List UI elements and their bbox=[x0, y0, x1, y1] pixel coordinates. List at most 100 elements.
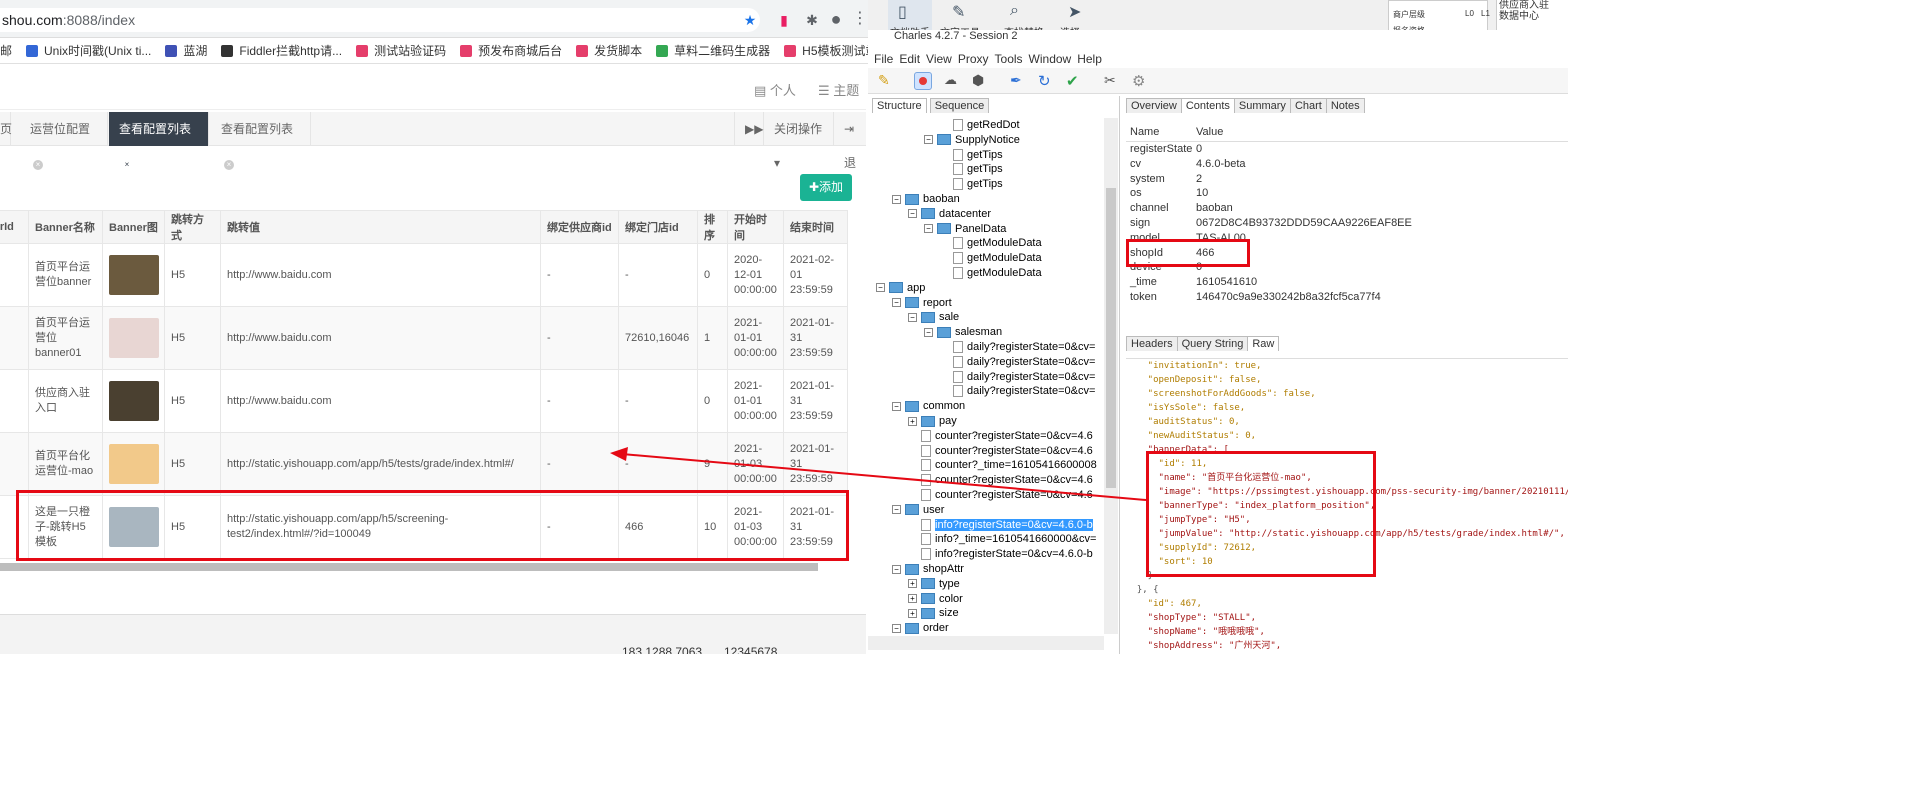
puzzle-icon[interactable]: ✱ bbox=[804, 12, 820, 28]
banner-thumbnail[interactable] bbox=[109, 318, 159, 358]
tree-node[interactable]: − shopAttr bbox=[868, 562, 1104, 577]
record-button[interactable] bbox=[914, 72, 932, 90]
tab-home[interactable]: 页 bbox=[0, 112, 12, 146]
banner-thumbnail[interactable] bbox=[109, 444, 159, 484]
table-cell[interactable]: http://www.baidu.com bbox=[220, 243, 541, 307]
banner-thumbnail[interactable] bbox=[109, 255, 159, 295]
table-horizontal-scrollbar[interactable] bbox=[0, 563, 818, 571]
menu-tools[interactable]: Tools bbox=[995, 52, 1023, 66]
broom-icon[interactable]: ✎ bbox=[878, 72, 896, 90]
table-cell[interactable]: http://static.yishouapp.com/app/h5/tests… bbox=[220, 432, 541, 496]
tools-icon[interactable]: ✂ bbox=[1104, 72, 1122, 90]
kv-row[interactable]: token 146470c9a9e330242b8a32fcf5ca77f4 bbox=[1126, 290, 1568, 305]
tree-node[interactable]: − common bbox=[868, 399, 1104, 414]
tree-node[interactable]: + pay bbox=[868, 414, 1104, 429]
table-cell[interactable]: http://www.baidu.com bbox=[220, 369, 541, 433]
star-icon[interactable]: ★ bbox=[742, 12, 758, 28]
collapse-icon[interactable]: − bbox=[908, 209, 917, 219]
tree-node[interactable]: getRedDot bbox=[868, 118, 1104, 133]
tree-node[interactable]: + color bbox=[868, 592, 1104, 607]
tab-query-string[interactable]: Query String bbox=[1176, 336, 1249, 351]
tree-node[interactable]: − report bbox=[868, 296, 1104, 311]
table-cell[interactable]: http://www.baidu.com bbox=[220, 306, 541, 370]
tab-headers[interactable]: Headers bbox=[1126, 336, 1178, 351]
tree-node[interactable]: + type bbox=[868, 577, 1104, 592]
tab-structure[interactable]: Structure bbox=[872, 98, 927, 113]
tree-node[interactable]: info?registerState=0&cv=4.6.0-b bbox=[868, 518, 1104, 533]
bookmark-item[interactable]: 邮 bbox=[0, 38, 12, 63]
bookmark-item[interactable]: Fiddler拦截http请... bbox=[221, 38, 342, 63]
tab-raw[interactable]: Raw bbox=[1247, 336, 1280, 351]
tree-node[interactable]: − salesman bbox=[868, 325, 1104, 340]
bookmark-item[interactable]: 预发布商城后台 bbox=[460, 38, 562, 63]
tree-node[interactable]: daily?registerState=0&cv= bbox=[868, 355, 1104, 370]
tree-node[interactable]: − sale bbox=[868, 310, 1104, 325]
expand-icon[interactable]: + bbox=[908, 608, 917, 618]
collapse-icon[interactable]: − bbox=[924, 224, 933, 234]
tab-view-config-list-active[interactable]: 查看配置列表 × bbox=[109, 112, 209, 170]
theme-link[interactable]: ☰ 主题 bbox=[818, 80, 859, 99]
bookmark-item[interactable]: 蓝湖 bbox=[165, 38, 207, 63]
personal-link[interactable]: ▤ 个人 bbox=[754, 80, 796, 99]
tab-operation-config[interactable]: 运营位配置 × bbox=[20, 112, 108, 170]
tree-node[interactable]: − datacenter bbox=[868, 207, 1104, 222]
settings-gear-icon[interactable]: ⚙ bbox=[1132, 72, 1150, 90]
tree-node[interactable]: − app bbox=[868, 281, 1104, 296]
tree-node[interactable]: getModuleData bbox=[868, 266, 1104, 281]
menu-edit[interactable]: Edit bbox=[899, 52, 920, 66]
throttle-icon[interactable]: ☁ bbox=[944, 72, 962, 90]
kv-row[interactable]: channel baoban bbox=[1126, 201, 1568, 216]
collapse-icon[interactable]: − bbox=[924, 327, 933, 337]
refresh-icon[interactable]: ↻ bbox=[1038, 72, 1056, 90]
tab-summary[interactable]: Summary bbox=[1233, 98, 1291, 113]
tree-node[interactable]: getModuleData bbox=[868, 251, 1104, 266]
collapse-icon[interactable]: − bbox=[892, 401, 901, 411]
tree-node[interactable]: − baoban bbox=[868, 192, 1104, 207]
tab-chart[interactable]: Chart bbox=[1289, 98, 1327, 113]
kv-row[interactable]: _time 1610541610 bbox=[1126, 275, 1568, 290]
menu-help[interactable]: Help bbox=[1077, 52, 1102, 66]
tree-node[interactable]: − PanelData bbox=[868, 222, 1104, 237]
collapse-icon[interactable]: − bbox=[892, 623, 901, 633]
collapse-icon[interactable]: − bbox=[892, 564, 901, 574]
tab-contents[interactable]: Contents bbox=[1180, 98, 1235, 113]
pen-icon[interactable]: ✒ bbox=[1010, 72, 1028, 90]
bookmark-item[interactable]: 草料二维码生成器 bbox=[656, 38, 770, 63]
kv-row[interactable]: os 10 bbox=[1126, 186, 1568, 201]
menu-view[interactable]: View bbox=[926, 52, 952, 66]
tab-sequence[interactable]: Sequence bbox=[929, 98, 990, 113]
tree-node[interactable]: info?registerState=0&cv=4.6.0-b bbox=[868, 547, 1104, 562]
tree-node[interactable]: getTips bbox=[868, 162, 1104, 177]
breakpoint-icon[interactable]: ⬢ bbox=[972, 72, 990, 90]
close-ops-dropdown[interactable]: 关闭操作 ▾ bbox=[764, 112, 834, 170]
add-button[interactable]: ✚添加 bbox=[800, 174, 852, 201]
tree-node[interactable]: daily?registerState=0&cv= bbox=[868, 384, 1104, 399]
collapse-icon[interactable]: − bbox=[892, 194, 901, 204]
tree-node[interactable]: − order bbox=[868, 621, 1104, 636]
close-icon[interactable]: × bbox=[33, 160, 43, 170]
expand-icon[interactable]: + bbox=[908, 594, 917, 604]
bookmark-item[interactable]: Unix时间戳(Unix ti... bbox=[26, 38, 151, 63]
bookmark-item[interactable]: 发货脚本 bbox=[576, 38, 642, 63]
profile-avatar-icon[interactable]: ● bbox=[828, 10, 844, 28]
tree-node[interactable]: getModuleData bbox=[868, 236, 1104, 251]
tree-node[interactable]: getTips bbox=[868, 148, 1104, 163]
tab-notes[interactable]: Notes bbox=[1325, 98, 1365, 113]
kv-row[interactable]: registerState 0 bbox=[1126, 142, 1568, 157]
close-icon[interactable]: × bbox=[224, 160, 234, 170]
collapse-icon[interactable]: − bbox=[924, 135, 933, 145]
bookmark-item[interactable]: H5模板测试站 bbox=[784, 38, 868, 63]
close-icon[interactable]: × bbox=[122, 160, 132, 170]
kv-row[interactable]: sign 0672D8C4B93732DDD59CAA9226EAF8EE bbox=[1126, 216, 1568, 231]
banner-thumbnail[interactable] bbox=[109, 381, 159, 421]
tree-horizontal-scrollbar[interactable] bbox=[868, 636, 1104, 650]
tree-node[interactable]: getTips bbox=[868, 177, 1104, 192]
tree-node[interactable]: info?_time=1610541660000&cv= bbox=[868, 532, 1104, 547]
tab-overview[interactable]: Overview bbox=[1126, 98, 1182, 113]
tab-view-config-list[interactable]: 查看配置列表 × bbox=[211, 112, 311, 170]
kv-row[interactable]: system 2 bbox=[1126, 172, 1568, 187]
collapse-icon[interactable]: − bbox=[892, 298, 901, 308]
tree-vertical-scrollbar[interactable] bbox=[1104, 118, 1118, 634]
menu-dots-icon[interactable]: ⋮ bbox=[852, 11, 868, 27]
expand-icon[interactable]: + bbox=[908, 579, 917, 589]
